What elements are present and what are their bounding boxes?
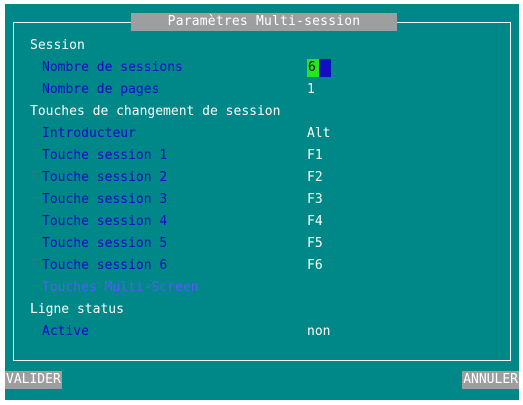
multiscreen-keys-item[interactable]: Touches Multi-Screen <box>42 278 199 298</box>
frame-line <box>397 22 511 23</box>
introducer-field[interactable]: Alt <box>307 124 330 144</box>
section-status-line: Ligne status <box>30 302 124 317</box>
terminal-screen: Paramètres Multi-session Session Nombre … <box>0 0 523 405</box>
section-session: Session <box>30 38 85 53</box>
hotkey-1-field[interactable]: F1 <box>307 146 323 166</box>
hotkey-6-label: Touche session 6 <box>42 258 168 273</box>
hotkey-1-label: Touche session 1 <box>42 148 168 163</box>
frame-line <box>13 360 511 361</box>
hotkey-4-label: Touche session 4 <box>42 214 168 229</box>
dialog-title: Paramètres Multi-session <box>131 13 397 31</box>
hotkey-2-label: Touche session 2 <box>42 170 168 185</box>
hotkey-6-field[interactable]: F6 <box>307 256 323 276</box>
frame-line <box>510 22 511 360</box>
frame-line <box>13 22 131 23</box>
introducer-label: Introducteur <box>42 126 136 141</box>
section-hotkeys: Touches de changement de session <box>30 104 281 119</box>
text-cursor <box>319 59 331 77</box>
nb-sessions-label: Nombre de sessions <box>42 60 183 75</box>
validate-button[interactable]: VALIDER <box>5 371 62 389</box>
hotkey-5-label: Touche session 5 <box>42 236 168 251</box>
hotkey-4-field[interactable]: F4 <box>307 212 323 232</box>
hotkey-5-field[interactable]: F5 <box>307 234 323 254</box>
nb-pages-label: Nombre de pages <box>42 82 160 97</box>
hotkey-3-label: Touche session 3 <box>42 192 168 207</box>
nb-sessions-field[interactable]: 6 <box>307 59 319 77</box>
hotkey-3-field[interactable]: F3 <box>307 190 323 210</box>
active-field[interactable]: non <box>307 322 330 342</box>
active-label: Active <box>42 324 89 339</box>
frame-line <box>13 22 14 360</box>
multisession-dialog: Paramètres Multi-session Session Nombre … <box>5 4 519 400</box>
cancel-button[interactable]: ANNULER <box>462 371 519 389</box>
hotkey-2-field[interactable]: F2 <box>307 168 323 188</box>
nb-pages-field[interactable]: 1 <box>307 80 315 100</box>
